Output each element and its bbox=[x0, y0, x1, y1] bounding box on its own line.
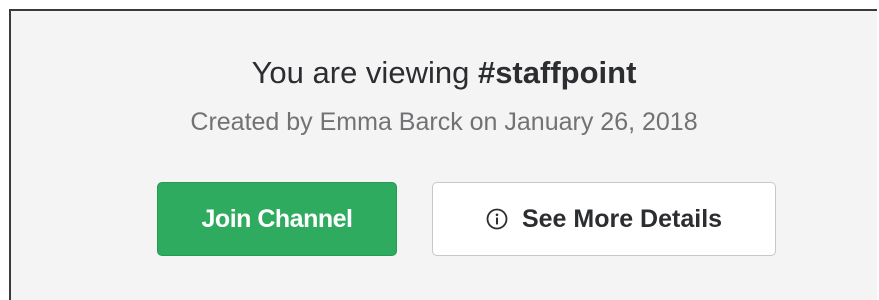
viewing-headline: You are viewing #staffpoint bbox=[11, 55, 877, 91]
channel-created-info: Created by Emma Barck on January 26, 201… bbox=[190, 108, 698, 136]
join-channel-button[interactable]: Join Channel bbox=[157, 182, 397, 256]
join-channel-label: Join Channel bbox=[201, 204, 353, 233]
info-circle-icon bbox=[486, 208, 508, 230]
channel-preview-panel: You are viewing #staffpoint Created by E… bbox=[9, 9, 877, 300]
see-more-details-button[interactable]: See More Details bbox=[432, 182, 776, 256]
see-more-details-label: See More Details bbox=[521, 204, 723, 233]
viewing-prefix: You are viewing bbox=[251, 55, 470, 90]
channel-name: #staffpoint bbox=[477, 55, 637, 90]
